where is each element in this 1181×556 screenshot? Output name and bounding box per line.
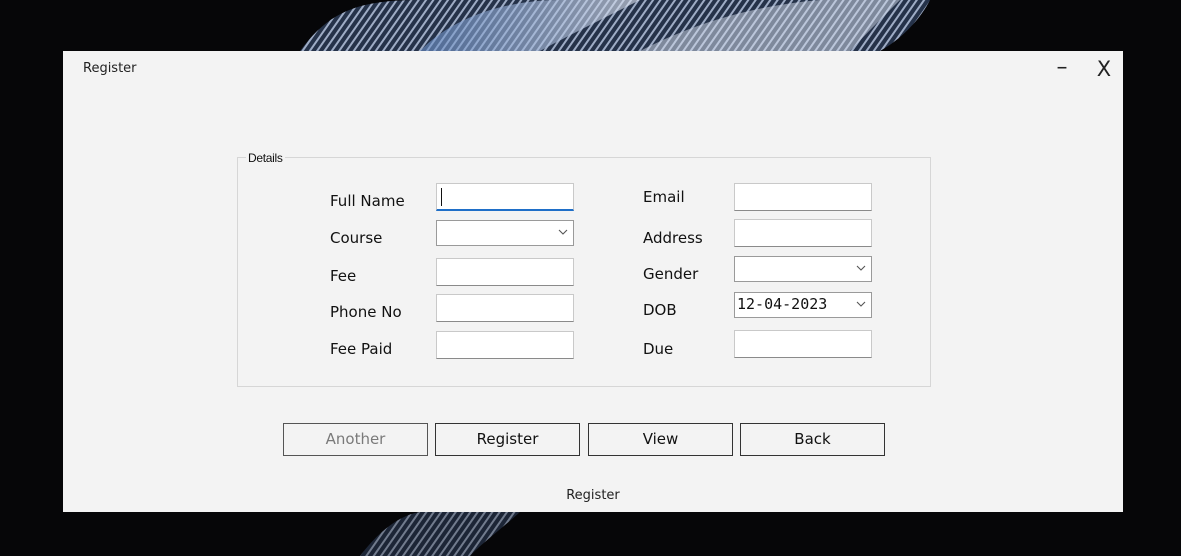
details-legend: Details [246, 151, 285, 165]
phone-no-label: Phone No [330, 303, 402, 321]
chevron-down-icon [856, 301, 866, 307]
another-button[interactable]: Another [283, 423, 428, 456]
dob-date-picker[interactable]: 12-04-2023 [734, 292, 872, 318]
chevron-down-icon [856, 265, 866, 271]
gender-label: Gender [643, 265, 699, 283]
full-name-input[interactable] [436, 183, 574, 211]
minimize-button[interactable]: – [1051, 53, 1073, 83]
register-button[interactable]: Register [435, 423, 580, 456]
due-label: Due [643, 340, 674, 358]
view-button[interactable]: View [588, 423, 733, 456]
address-label: Address [643, 229, 703, 247]
text-caret [441, 188, 442, 206]
fee-paid-label: Fee Paid [330, 340, 393, 358]
dob-value: 12-04-2023 [737, 295, 828, 313]
address-input[interactable] [734, 219, 872, 247]
gender-select[interactable] [734, 256, 872, 282]
course-select[interactable] [436, 220, 574, 246]
email-input[interactable] [734, 183, 872, 211]
status-label: Register [566, 488, 620, 503]
register-window: Register – X Details Full Name Course Fe… [63, 51, 1123, 512]
chevron-down-icon [558, 229, 568, 235]
email-label: Email [643, 188, 685, 206]
fee-label: Fee [330, 267, 357, 285]
window-title: Register [83, 61, 137, 76]
close-button[interactable]: X [1093, 54, 1115, 84]
full-name-label: Full Name [330, 192, 405, 210]
back-button[interactable]: Back [740, 423, 885, 456]
phone-no-input[interactable] [436, 294, 574, 322]
course-label: Course [330, 229, 383, 247]
dob-label: DOB [643, 301, 677, 319]
fee-input[interactable] [436, 258, 574, 286]
due-input[interactable] [734, 330, 872, 358]
fee-paid-input[interactable] [436, 331, 574, 359]
